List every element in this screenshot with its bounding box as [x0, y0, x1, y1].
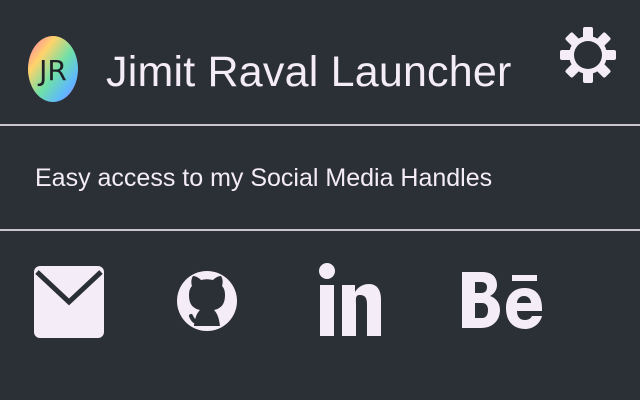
header: JR Jimit Raval Launcher — [0, 0, 640, 124]
linkedin-icon[interactable] — [318, 258, 382, 344]
logo-text: JR — [37, 54, 67, 87]
header-divider — [0, 124, 640, 126]
tagline: Easy access to my Social Media Handles — [35, 164, 493, 192]
mail-icon[interactable] — [33, 258, 105, 344]
launcher-popup: JR Jimit Raval Launcher Easy access to m… — [0, 0, 640, 400]
gear-icon[interactable] — [560, 24, 616, 86]
jr-logo: JR — [27, 35, 79, 103]
github-icon[interactable] — [174, 258, 240, 344]
app-title: Jimit Raval Launcher — [106, 48, 512, 96]
behance-icon[interactable] — [460, 258, 544, 344]
section-divider — [0, 229, 640, 231]
